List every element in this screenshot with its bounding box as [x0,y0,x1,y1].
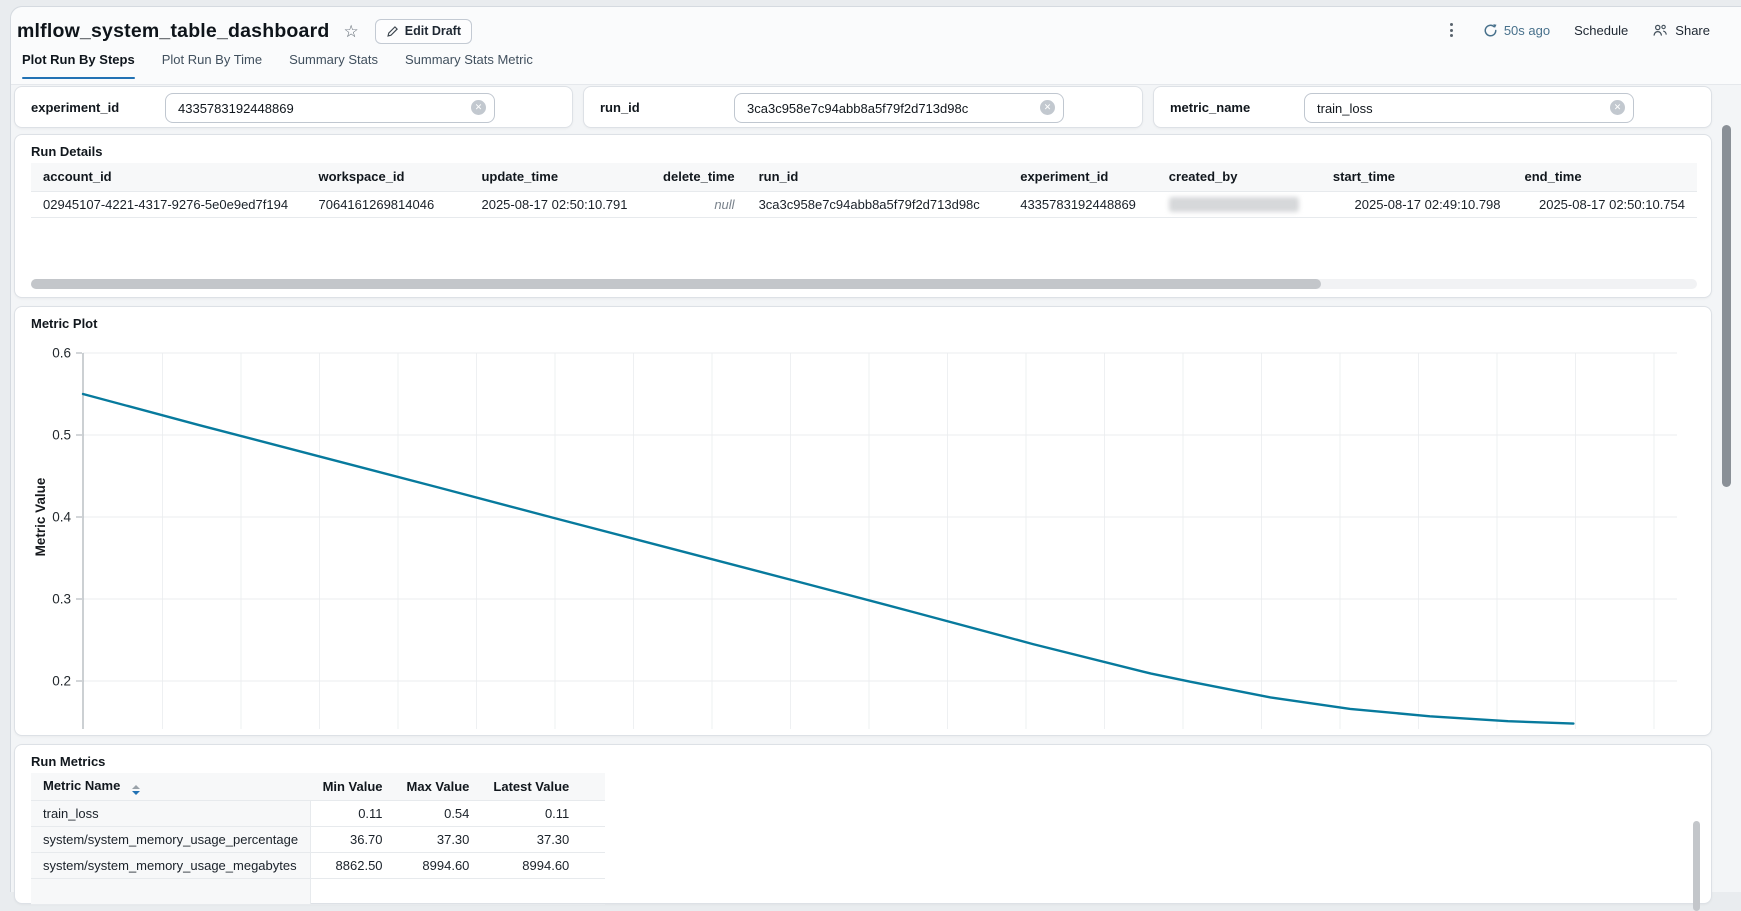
col-latest-value[interactable]: Latest Value [481,773,581,800]
metric-plot-title: Metric Plot [31,316,97,331]
cell-max: 0.54 [395,800,482,826]
refresh-button[interactable]: 50s ago [1483,23,1550,38]
cell-start-time: 2025-08-17 02:49:10.798 [1321,191,1513,217]
cell-latest: 8994.60 [481,852,581,878]
cell-latest: 37.30 [481,826,581,852]
cell-account-id: 02945107-4221-4317-9276-5e0e9ed7f194 [31,191,307,217]
cell-metric-name: train_loss [31,800,311,826]
edit-draft-button[interactable]: Edit Draft [375,19,472,44]
cell-delete-time: null [651,191,747,217]
people-icon [1652,23,1668,38]
metric-name-label: metric_name [1170,100,1250,115]
cell-update-time: 2025-08-17 02:50:10.791 [469,191,651,217]
favorite-star-icon[interactable]: ☆ [344,23,359,40]
share-label: Share [1675,23,1710,38]
schedule-button[interactable]: Schedule [1574,23,1628,38]
filter-card-run-id: run_id ✕ [583,86,1143,128]
clear-icon[interactable]: ✕ [1040,100,1055,115]
table-row: system/system_memory_usage_percentage 36… [31,826,605,852]
col-spacer [581,773,605,800]
run-details-header-row: account_id workspace_id update_time dele… [31,163,1697,191]
col-update-time: update_time [469,163,651,191]
svg-text:0.2: 0.2 [52,674,71,689]
col-metric-name[interactable]: Metric Name [31,773,311,800]
page-title: mlflow_system_table_dashboard [17,20,330,43]
cell-min: 36.70 [311,826,395,852]
train-loss-line-chart: 0.6 0.5 0.4 0.3 0.2 Metric Value [15,341,1699,733]
metric-plot-card: Metric Plot 0.6 0.5 0.4 0.3 0.2 Metric Value [14,306,1712,736]
pencil-icon [386,25,399,38]
table-row-partial [31,878,605,904]
run-details-title: Run Details [31,144,103,159]
horizontal-scrollbar-thumb[interactable] [31,279,1321,289]
cell-max: 8994.60 [395,852,482,878]
run-metrics-card: Run Metrics Metric Name Min Value Max Va… [14,744,1712,904]
header-actions: 50s ago Schedule Share [1444,16,1710,44]
col-start-time: start_time [1321,163,1513,191]
table-row: system/system_memory_usage_megabytes 886… [31,852,605,878]
run-metrics-header-row: Metric Name Min Value Max Value Latest V… [31,773,605,800]
run-id-input[interactable] [734,93,1064,123]
tab-summary-stats-metric[interactable]: Summary Stats Metric [405,52,533,79]
sort-icon[interactable] [132,785,140,795]
svg-text:0.6: 0.6 [52,346,71,361]
cell-end-time: 2025-08-17 02:50:10.754 [1513,191,1697,217]
cell-metric-name: system/system_memory_usage_percentage [31,826,311,852]
table-row: train_loss 0.11 0.54 0.11 [31,800,605,826]
run-details-row: 02945107-4221-4317-9276-5e0e9ed7f194 706… [31,191,1697,217]
run-details-card: Run Details account_id workspace_id upda… [14,134,1712,298]
svg-text:Metric Value: Metric Value [33,477,48,556]
run-metrics-scrollbar-thumb[interactable] [1693,821,1700,911]
clear-icon[interactable]: ✕ [471,100,486,115]
run-details-table[interactable]: account_id workspace_id update_time dele… [31,163,1697,245]
cell-min: 0.11 [311,800,395,826]
svg-text:0.3: 0.3 [52,592,71,607]
cell-run-id: 3ca3c958e7c94abb8a5f79f2d713d98c [747,191,1009,217]
tab-summary-stats[interactable]: Summary Stats [289,52,378,79]
col-max-value[interactable]: Max Value [395,773,482,800]
edit-draft-label: Edit Draft [405,24,461,38]
experiment-id-label: experiment_id [31,100,119,115]
run-metrics-table: Metric Name Min Value Max Value Latest V… [31,773,1697,905]
overflow-menu-icon[interactable] [1444,18,1459,43]
col-min-value[interactable]: Min Value [311,773,395,800]
refresh-icon [1483,23,1498,38]
horizontal-scrollbar-track[interactable] [31,279,1697,289]
col-delete-time: delete_time [651,163,747,191]
share-button[interactable]: Share [1652,23,1710,38]
clear-icon[interactable]: ✕ [1610,100,1625,115]
cell-created-by [1157,191,1321,217]
last-refresh-label: 50s ago [1504,23,1550,38]
cell-metric-name: system/system_memory_usage_megabytes [31,852,311,878]
cell-latest: 0.11 [481,800,581,826]
tab-bar: Plot Run By Steps Plot Run By Time Summa… [22,52,533,79]
run-id-label: run_id [600,100,640,115]
title-row: mlflow_system_table_dashboard ☆ Edit Dra… [17,16,472,46]
col-experiment-id: experiment_id [1008,163,1157,191]
filter-card-metric-name: metric_name ✕ [1153,86,1712,128]
redacted-value [1169,197,1299,212]
experiment-id-input[interactable] [165,93,495,123]
cell-max: 37.30 [395,826,482,852]
filter-card-experiment-id: experiment_id ✕ [14,86,573,128]
tab-plot-run-by-steps[interactable]: Plot Run By Steps [22,52,135,79]
tab-plot-run-by-time[interactable]: Plot Run By Time [162,52,262,79]
page-scrollbar-thumb[interactable] [1722,125,1731,487]
svg-text:0.5: 0.5 [52,428,71,443]
col-account-id: account_id [31,163,307,191]
cell-experiment-id: 4335783192448869 [1008,191,1157,217]
run-metrics-title: Run Metrics [31,754,105,769]
cell-min: 8862.50 [311,852,395,878]
metric-name-input[interactable] [1304,93,1634,123]
cell-workspace-id: 7064161269814046 [307,191,470,217]
col-workspace-id: workspace_id [307,163,470,191]
col-end-time: end_time [1513,163,1697,191]
col-run-id: run_id [747,163,1009,191]
col-created-by: created_by [1157,163,1321,191]
svg-text:0.4: 0.4 [52,510,71,525]
